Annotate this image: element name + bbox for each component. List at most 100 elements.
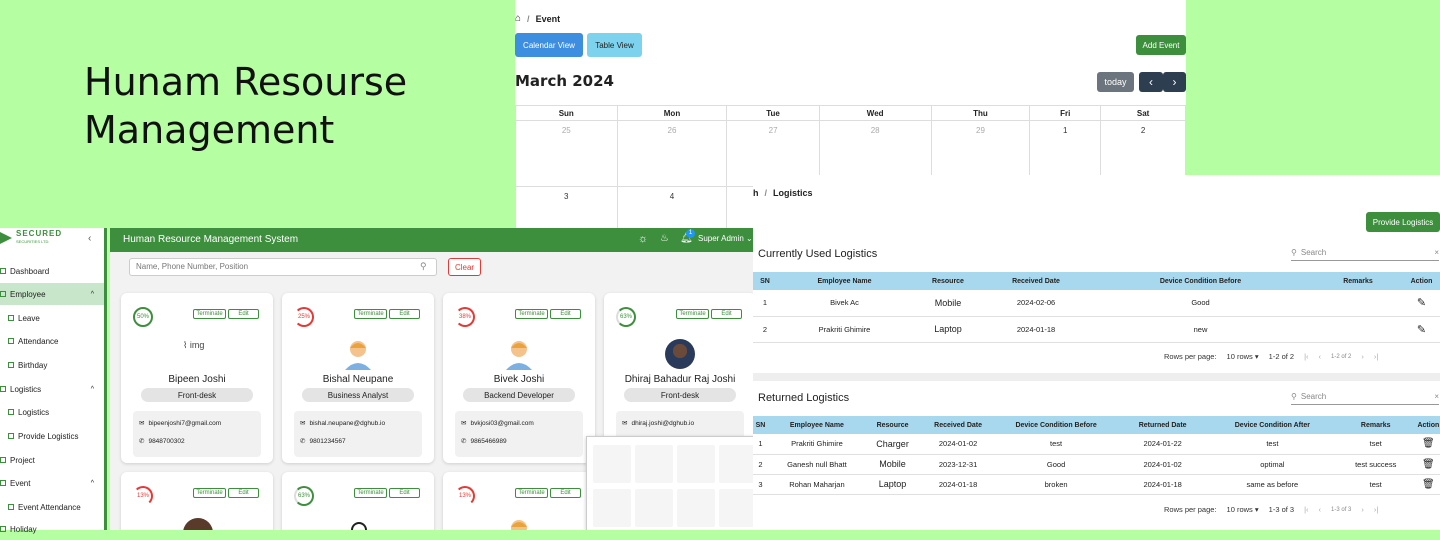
close-icon[interactable]: × <box>1434 392 1439 401</box>
search-icon: ⚲ <box>1291 248 1297 257</box>
birthday-icon <box>8 362 14 368</box>
last-page-icon[interactable]: ›| <box>1374 505 1378 514</box>
edit-icon[interactable]: ✎ <box>1403 316 1440 343</box>
employee-card[interactable]: 50% Terminate Edit ⌇ img Bipeen Joshi Fr… <box>121 293 273 463</box>
completion-ring: 63% <box>294 486 314 506</box>
terminate-button[interactable]: Terminate <box>193 309 226 319</box>
default-avatar <box>511 520 527 530</box>
sidebar-item-dashboard[interactable]: Dashboard <box>0 260 104 282</box>
employee-email: bvkjosi03@gmail.com <box>470 419 534 427</box>
sidebar-item-label: Holiday <box>10 524 37 534</box>
next-page-icon[interactable]: › <box>1361 505 1364 514</box>
table-header-row: SN Employee Name Resource Received Date … <box>753 416 1440 434</box>
rows-per-page-select[interactable]: 10 rows ▾ <box>1227 352 1259 361</box>
phone-icon: ✆ <box>461 438 467 445</box>
rows-per-page-select[interactable]: 10 rows ▾ <box>1227 505 1259 514</box>
employee-card[interactable]: 13% Terminate Edit <box>443 472 595 530</box>
cell: tset <box>1334 434 1417 455</box>
collapse-sidebar-button[interactable]: ‹ <box>88 233 91 244</box>
sidebar-item-employee[interactable]: Employee ^ <box>0 283 104 305</box>
user-menu[interactable]: Super Admin ⌄ <box>698 234 753 243</box>
column-header: Remarks <box>1334 416 1417 434</box>
prev-page-icon[interactable]: ‹ <box>1319 352 1322 361</box>
cell: Ganesh null Bhatt <box>767 454 866 475</box>
sidebar-item-attendance[interactable]: Attendance <box>8 330 112 352</box>
employee-card[interactable]: 25% Terminate Edit Bishal Neupane Busine… <box>282 293 434 463</box>
delete-icon[interactable]: 🗑︎ <box>1416 474 1440 495</box>
edit-button[interactable]: Edit <box>228 309 259 319</box>
day-cell[interactable]: 4 <box>616 186 728 230</box>
edit-button[interactable]: Edit <box>550 488 581 498</box>
sidebar-item-event-attendance[interactable]: Event Attendance <box>8 496 112 518</box>
prev-page-icon[interactable]: ‹ <box>1319 505 1322 514</box>
employee-phone: 9801234567 <box>309 437 346 445</box>
edit-icon[interactable]: ✎ <box>1403 290 1440 317</box>
first-page-icon[interactable]: |‹ <box>1304 505 1308 514</box>
search-placeholder: Search <box>1300 248 1327 257</box>
pagination-current: Rows per page: 10 rows ▾ 1-2 of 2 |‹ ‹ 1… <box>1164 352 1378 361</box>
employee-card[interactable]: 13% Terminate Edit <box>121 472 273 530</box>
sidebar-item-logistics-group[interactable]: Logistics ^ <box>0 378 104 400</box>
close-icon[interactable]: × <box>1434 248 1439 257</box>
first-page-icon[interactable]: |‹ <box>1304 352 1308 361</box>
add-event-button[interactable]: Add Event <box>1136 35 1186 55</box>
next-month-button[interactable]: › <box>1163 72 1186 92</box>
table-view-button[interactable]: Table View <box>587 33 642 57</box>
sidebar-item-leave[interactable]: Leave <box>8 307 112 329</box>
sidebar-item-project[interactable]: Project <box>0 449 104 471</box>
terminate-button[interactable]: Terminate <box>354 488 387 498</box>
rows-per-page-label: Rows per page: <box>1164 505 1217 514</box>
chevron-up-icon: ^ <box>90 479 94 487</box>
cell: optimal <box>1210 454 1335 475</box>
contact-box: ✉ bvkjosi03@gmail.com ✆ 9865466989 <box>455 411 583 457</box>
edit-button[interactable]: Edit <box>389 488 420 498</box>
today-button[interactable]: today <box>1097 72 1134 92</box>
provide-logistics-button[interactable]: Provide Logistics <box>1366 212 1440 232</box>
day-cell[interactable]: 26 <box>616 120 728 187</box>
sidebar-item-birthday[interactable]: Birthday <box>8 354 112 376</box>
sidebar-item-holiday[interactable]: Holiday <box>0 518 104 540</box>
edit-button[interactable]: Edit <box>389 309 420 319</box>
logistics-list-icon <box>8 409 14 415</box>
cell: 2024-01-02 <box>1115 454 1211 475</box>
day-cell[interactable]: 3 <box>515 186 618 230</box>
current-search-input[interactable]: ⚲ Search × <box>1291 245 1439 261</box>
edit-button[interactable]: Edit <box>711 309 742 319</box>
returned-search-input[interactable]: ⚲ Search × <box>1291 389 1439 405</box>
terminate-button[interactable]: Terminate <box>193 488 226 498</box>
delete-icon[interactable]: 🗑︎ <box>1416 454 1440 475</box>
employee-search-input[interactable]: Name, Phone Number, Position <box>129 258 437 276</box>
day-cell[interactable]: 25 <box>515 120 618 187</box>
page-range-small: 1-3 of 3 <box>1331 506 1352 513</box>
default-avatar <box>345 341 371 370</box>
cell: 2024-01-18 <box>1115 474 1211 495</box>
sidebar-item-logistics[interactable]: Logistics <box>8 401 112 423</box>
cake-icon[interactable]: ♨ <box>660 233 669 244</box>
pagination-returned: Rows per page: 10 rows ▾ 1-3 of 3 |‹ ‹ 1… <box>1164 505 1378 514</box>
theme-toggle-icon[interactable]: ☼ <box>638 233 648 245</box>
employee-icon <box>0 291 6 297</box>
employee-card[interactable]: 63% Terminate Edit <box>282 472 434 530</box>
default-avatar <box>506 341 532 370</box>
cell <box>1313 316 1403 343</box>
sidebar-item-event-group[interactable]: Event ^ <box>0 472 104 494</box>
hero-title: Hunam Resourse Management <box>84 58 484 154</box>
calendar-view-button[interactable]: Calendar View <box>515 33 583 57</box>
home-icon[interactable]: h <box>753 188 759 198</box>
last-page-icon[interactable]: ›| <box>1374 352 1378 361</box>
next-page-icon[interactable]: › <box>1361 352 1364 361</box>
prev-month-button[interactable]: ‹ <box>1139 72 1163 92</box>
edit-button[interactable]: Edit <box>550 309 581 319</box>
delete-icon[interactable]: 🗑︎ <box>1416 434 1440 455</box>
clear-button[interactable]: Clear <box>448 258 481 276</box>
terminate-button[interactable]: Terminate <box>676 309 709 319</box>
completion-ring: 25% <box>294 307 314 327</box>
cell: test success <box>1334 454 1417 475</box>
employee-card[interactable]: 38% Terminate Edit Bivek Joshi Backend D… <box>443 293 595 463</box>
terminate-button[interactable]: Terminate <box>354 309 387 319</box>
sidebar-item-provide-logistics[interactable]: Provide Logistics <box>8 425 112 447</box>
edit-button[interactable]: Edit <box>228 488 259 498</box>
home-icon[interactable]: ⌂ <box>515 13 521 24</box>
terminate-button[interactable]: Terminate <box>515 309 548 319</box>
terminate-button[interactable]: Terminate <box>515 488 548 498</box>
